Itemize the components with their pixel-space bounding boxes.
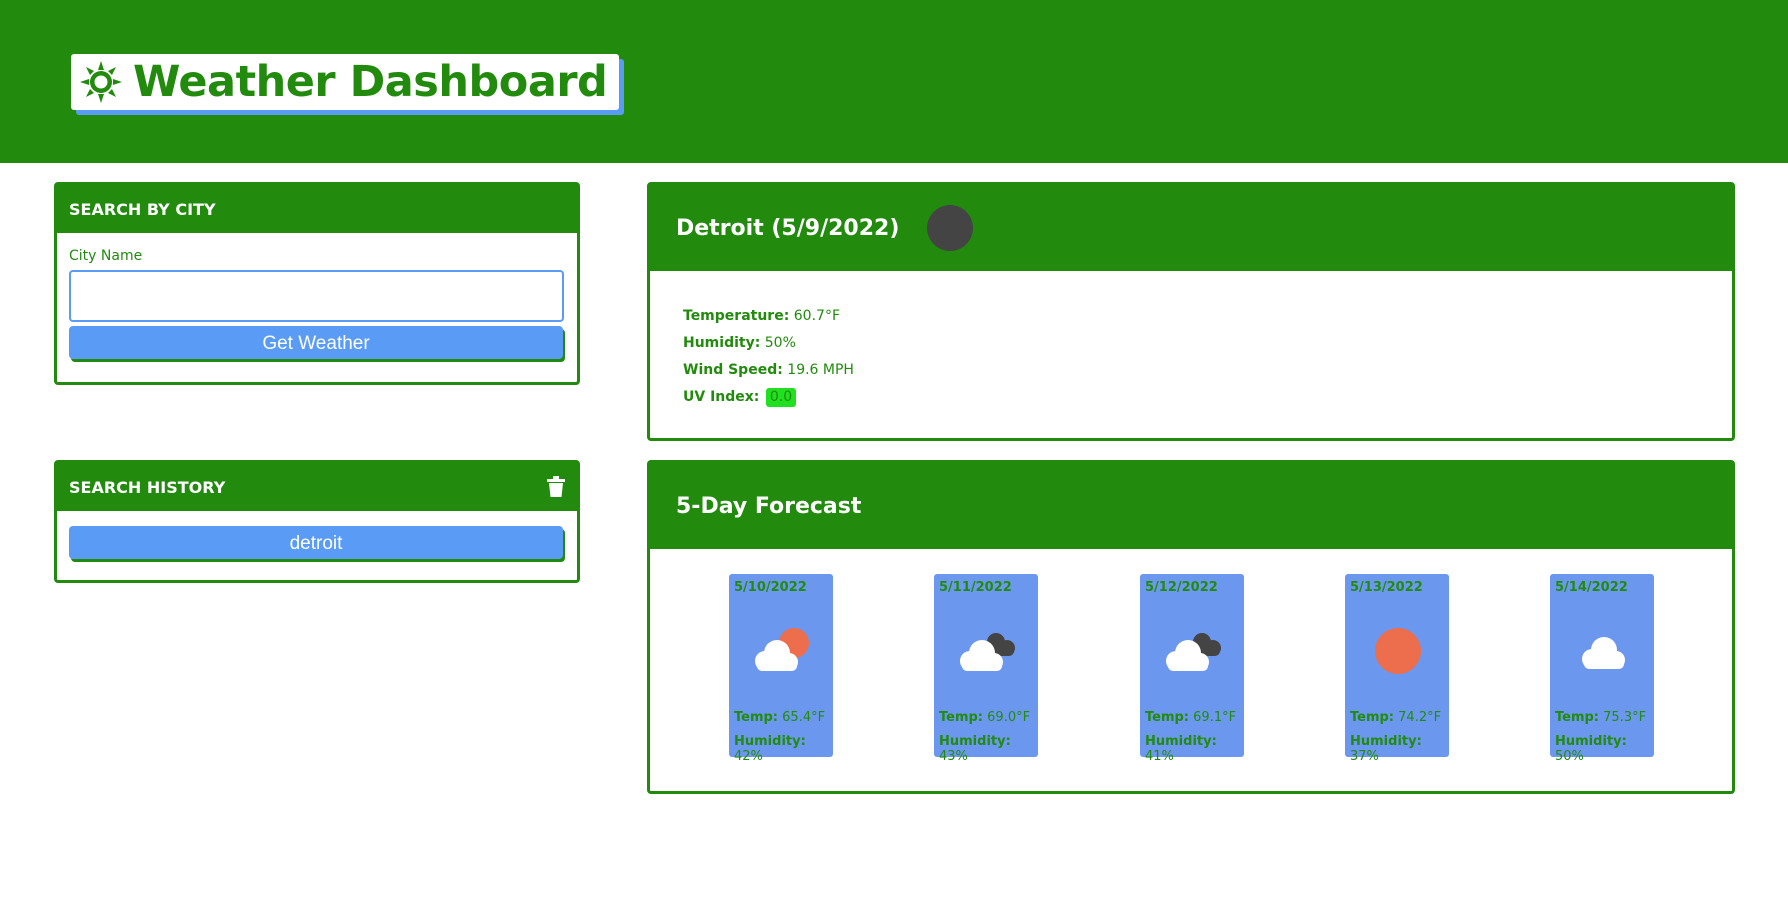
- forecast-humidity: Humidity: 37%: [1350, 734, 1422, 764]
- current-weather-header: Detroit (5/9/2022): [650, 185, 1732, 271]
- uv-index-label: UV Index:: [683, 389, 760, 405]
- forecast-temp: Temp: 69.0°F: [939, 710, 1031, 725]
- page-title: Weather Dashboard: [133, 56, 608, 107]
- search-panel-header: SEARCH BY CITY: [57, 185, 577, 233]
- search-panel-title: SEARCH BY CITY: [69, 199, 216, 219]
- forecast-humidity: Humidity: 41%: [1145, 734, 1217, 764]
- forecast-card: 5/11/2022 Temp: 69.0°F Humidity: 43%: [934, 574, 1038, 764]
- sun-icon: [80, 61, 122, 103]
- history-item-detroit[interactable]: detroit: [69, 526, 563, 559]
- cloud-icon: [1582, 637, 1625, 669]
- forecast-temp-value: 65.4°F: [782, 710, 826, 725]
- forecast-header: 5-Day Forecast: [650, 463, 1732, 549]
- forecast-humidity-value: 42%: [734, 749, 763, 764]
- humidity-stat: Humidity: 50%: [683, 330, 1732, 357]
- forecast-temp: Temp: 75.3°F: [1555, 710, 1647, 725]
- current-weather-stats: Temperature: 60.7°F Humidity: 50% Wind S…: [650, 271, 1732, 411]
- forecast-panel: 5-Day Forecast 5/10/2022 Temp: 65.4°F Hu…: [647, 460, 1735, 794]
- forecast-temp-value: 69.0°F: [987, 710, 1031, 725]
- app-brand: Weather Dashboard: [71, 54, 620, 110]
- temperature-label: Temperature:: [683, 308, 790, 324]
- broken-clouds-icon: [1166, 633, 1221, 671]
- search-history-panel: SEARCH HISTORY detroit: [54, 460, 580, 583]
- humidity-label: Humidity:: [683, 335, 761, 351]
- humidity-value: 50%: [764, 335, 796, 351]
- forecast-date: 5/14/2022: [1555, 580, 1628, 595]
- wind-speed-value: 19.6 MPH: [787, 362, 854, 378]
- partly-cloudy-icon: [755, 628, 809, 671]
- forecast-temp-value: 74.2°F: [1398, 710, 1442, 725]
- weather-icon: [927, 205, 974, 251]
- wind-speed-label: Wind Speed:: [683, 362, 783, 378]
- clear-sky-icon: [1375, 628, 1421, 674]
- city-name-input[interactable]: [69, 270, 564, 322]
- forecast-card: 5/14/2022 Temp: 75.3°F Humidity: 50%: [1550, 574, 1654, 764]
- forecast-cards: 5/10/2022 Temp: 65.4°F Humidity: 42% 5/1…: [650, 549, 1732, 794]
- uv-index-stat: UV Index: 0.0: [683, 384, 1732, 411]
- forecast-date: 5/12/2022: [1145, 580, 1218, 595]
- forecast-humidity-value: 37%: [1350, 749, 1379, 764]
- forecast-date: 5/10/2022: [734, 580, 807, 595]
- current-city-date: Detroit (5/9/2022): [676, 215, 900, 241]
- forecast-card: 5/12/2022 Temp: 69.1°F Humidity: 41%: [1140, 574, 1244, 764]
- temperature-stat: Temperature: 60.7°F: [683, 303, 1732, 330]
- trash-icon[interactable]: [547, 476, 565, 498]
- forecast-date: 5/11/2022: [939, 580, 1012, 595]
- forecast-humidity: Humidity: 42%: [734, 734, 806, 764]
- forecast-temp-value: 75.3°F: [1603, 710, 1647, 725]
- forecast-temp: Temp: 65.4°F: [734, 710, 826, 725]
- forecast-humidity-value: 41%: [1145, 749, 1174, 764]
- forecast-temp: Temp: 69.1°F: [1145, 710, 1237, 725]
- search-history-header: SEARCH HISTORY: [57, 463, 577, 511]
- forecast-humidity: Humidity: 50%: [1555, 734, 1627, 764]
- header-bar: Weather Dashboard: [0, 0, 1788, 163]
- forecast-card: 5/10/2022 Temp: 65.4°F Humidity: 42%: [729, 574, 833, 764]
- city-name-label: City Name: [69, 248, 143, 264]
- forecast-temp: Temp: 74.2°F: [1350, 710, 1442, 725]
- search-history-title: SEARCH HISTORY: [69, 477, 226, 497]
- forecast-card: 5/13/2022 Temp: 74.2°F Humidity: 37%: [1345, 574, 1449, 764]
- wind-speed-stat: Wind Speed: 19.6 MPH: [683, 357, 1732, 384]
- uv-index-badge: 0.0: [765, 388, 797, 407]
- broken-clouds-icon: [960, 633, 1015, 671]
- current-weather-panel: Detroit (5/9/2022) Temperature: 60.7°F H…: [647, 182, 1735, 441]
- temperature-value: 60.7°F: [793, 308, 840, 324]
- forecast-date: 5/13/2022: [1350, 580, 1423, 595]
- forecast-temp-value: 69.1°F: [1193, 710, 1237, 725]
- forecast-title: 5-Day Forecast: [676, 493, 862, 519]
- forecast-humidity-value: 43%: [939, 749, 968, 764]
- search-panel: SEARCH BY CITY City Name Get Weather: [54, 182, 580, 385]
- forecast-humidity: Humidity: 43%: [939, 734, 1011, 764]
- get-weather-button[interactable]: Get Weather: [69, 326, 563, 359]
- forecast-humidity-value: 50%: [1555, 749, 1584, 764]
